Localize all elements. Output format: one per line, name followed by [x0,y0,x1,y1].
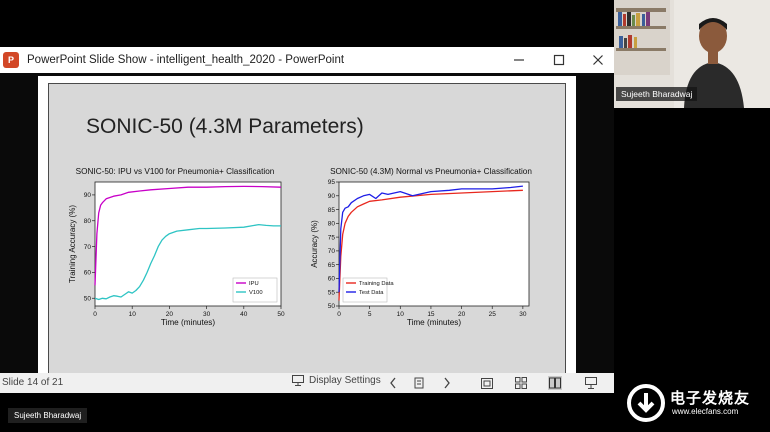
maximize-icon [553,54,565,66]
slide-title: SONIC-50 (4.3M Parameters) [86,115,364,138]
display-settings-label: Display Settings [309,375,381,386]
y-tick-label: 75 [328,234,336,241]
y-tick-label: 65 [328,262,336,269]
reading-view-button[interactable] [548,376,562,390]
webcam-video[interactable]: Sujeeth Bharadwaj [614,0,770,108]
legend-label: Test Data [359,290,384,296]
x-tick-label: 10 [397,311,405,318]
presentation-icon [585,377,597,389]
y-tick-label: 70 [328,248,336,255]
normal-view-button[interactable] [480,376,494,390]
y-axis-label: Accuracy (%) [310,220,319,268]
close-icon [593,55,603,65]
legend-label: IPU [249,281,259,287]
x-tick-label: 0 [93,311,97,318]
chart-title: SONIC-50: IPU vs V100 for Pneumonia+ Cla… [76,167,275,176]
legend: Training Data Test Data [342,277,394,303]
x-tick-label: 15 [427,311,435,318]
y-tick-label: 90 [84,192,92,199]
chevron-left-icon [390,377,396,389]
normal-view-icon [481,377,493,389]
watermark: 电子发烧友 www.elecfans.com [626,383,766,423]
legend-label: V100 [249,290,263,296]
y-tick-label: 90 [328,193,336,200]
window-title: PowerPoint Slide Show - intelligent_heal… [27,54,345,66]
x-tick-label: 5 [368,311,372,318]
y-tick-label: 70 [84,244,92,251]
display-settings-button[interactable]: Display Settings [292,375,381,386]
minimize-button[interactable] [501,47,537,73]
previous-slide-button[interactable] [386,376,400,390]
y-axis-label: Training Accuracy (%) [68,205,77,283]
x-tick-label: 0 [337,311,341,318]
slide-sorter-button[interactable] [514,376,528,390]
chart-ipu-vs-v100: SONIC-50: IPU vs V100 for Pneumonia+ Cla… [68,167,285,327]
chart-normal-vs-pneumonia: SONIC-50 (4.3M) Normal vs Pneumonia+ Cla… [310,167,532,327]
y-tick-label: 55 [328,289,336,296]
monitor-icon [292,375,304,386]
watermark-url: www.elecfans.com [672,407,739,416]
y-tick-label: 80 [84,218,92,225]
close-button[interactable] [580,47,616,73]
chevron-right-icon [444,377,450,389]
y-tick-label: 60 [84,270,92,277]
x-axis-label: Time (minutes) [407,318,462,327]
slideshow-button[interactable] [584,376,598,390]
webcam-name-label: Sujeeth Bharadwaj [616,87,698,101]
y-tick-label: 50 [328,303,336,310]
x-tick-label: 30 [519,311,527,318]
minimize-icon [514,59,524,61]
legend-label: Training Data [359,281,394,287]
x-tick-label: 40 [240,311,248,318]
powerpoint-logo-icon: P [3,52,19,68]
slide[interactable]: SONIC-50 (4.3M Parameters) SONIC-50: IPU… [48,83,566,386]
x-tick-label: 30 [203,311,211,318]
x-tick-label: 50 [277,311,285,318]
slide-counter: Slide 14 of 21 [2,377,64,388]
maximize-button[interactable] [541,47,577,73]
status-bar: Slide 14 of 21 Display Settings [0,373,614,393]
book-icon [549,377,561,389]
y-tick-label: 85 [328,207,336,214]
y-tick-label: 50 [84,295,92,302]
window-titlebar[interactable]: P PowerPoint Slide Show - intelligent_he… [0,47,614,73]
x-tick-label: 20 [166,311,174,318]
x-tick-label: 25 [489,311,497,318]
chart-title: SONIC-50 (4.3M) Normal vs Pneumonia+ Cla… [330,167,532,176]
slide-menu-button[interactable] [412,376,426,390]
next-slide-button[interactable] [440,376,454,390]
x-tick-label: 20 [458,311,466,318]
watermark-brand: 电子发烧友 [670,390,751,407]
screen: P PowerPoint Slide Show - intelligent_he… [0,0,770,432]
grid-icon [515,377,527,389]
y-tick-label: 80 [328,221,336,228]
x-tick-label: 10 [129,311,137,318]
y-tick-label: 95 [328,179,336,186]
x-axis-label: Time (minutes) [161,318,216,327]
elecfans-logo-icon [627,384,665,422]
participant-name-label: Sujeeth Bharadwaj [8,408,88,423]
y-tick-label: 60 [328,276,336,283]
slides-icon [414,377,424,389]
legend: IPU V100 [232,277,278,303]
